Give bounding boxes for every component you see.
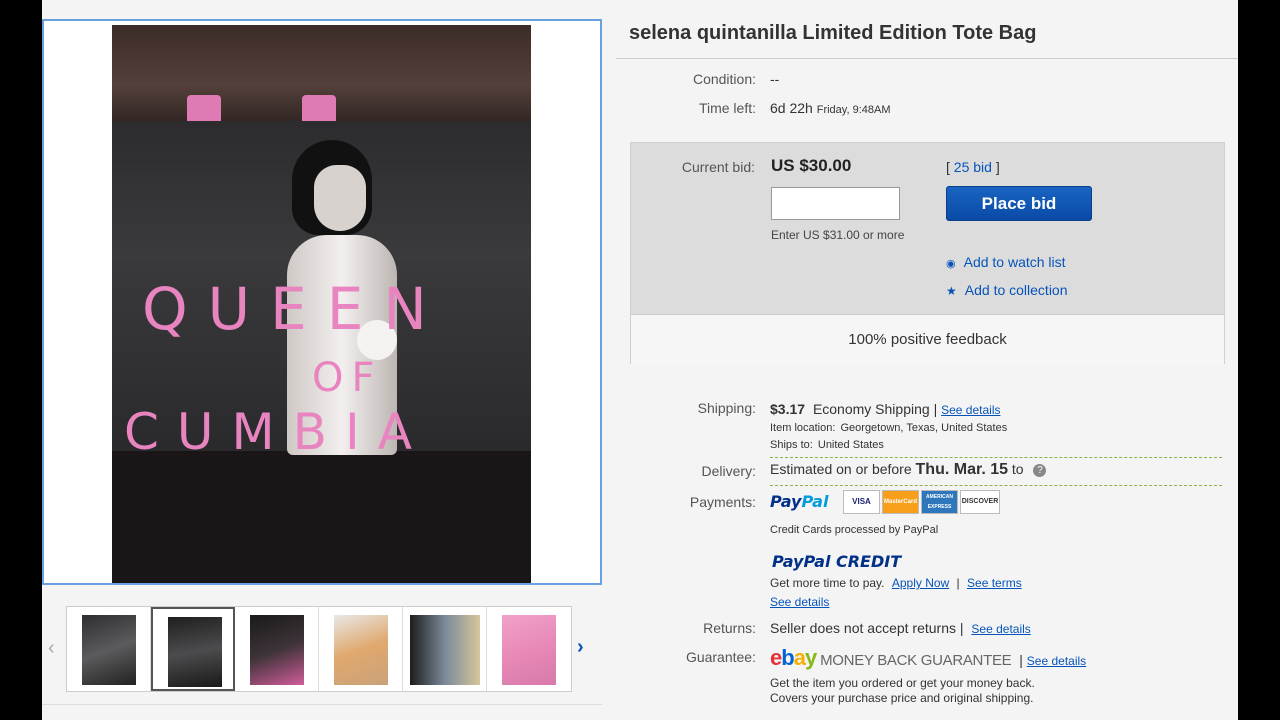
thumbnail[interactable] (487, 607, 571, 691)
paypal-credit-text: Get more time to pay. Apply Now | See te… (770, 576, 1022, 590)
delivery-date: Thu. Mar. 15 (915, 461, 1008, 478)
thumbnail-selected[interactable] (151, 607, 235, 691)
paypal-credit-logo: PayPal CREDIT (772, 552, 902, 571)
shipping-cost: $3.17 (770, 401, 806, 417)
returns-value: Seller does not accept returns | See det… (770, 620, 1031, 636)
time-left-label: Time left: (698, 100, 756, 116)
thumbnail-strip (66, 606, 572, 692)
current-bid-price: US $30.00 (771, 156, 852, 175)
item-location: Item location: Georgetown, Texas, United… (770, 422, 1008, 434)
condition-label: Condition: (692, 71, 756, 87)
money-back-guarantee: MONEY BACK GUARANTEE (820, 652, 1012, 669)
add-to-collection[interactable]: ★ Add to collection (946, 282, 1068, 298)
guarantee-see-details-link[interactable]: See details (1027, 654, 1086, 668)
main-image-frame[interactable]: QUEEN OF CUMBIA (42, 19, 602, 585)
star-icon: ★ (946, 284, 957, 298)
add-to-watch-list[interactable]: ◉ Add to watch list (946, 254, 1066, 270)
listing-page: QUEEN OF CUMBIA ‹ › selena quintanilla L… (42, 0, 1238, 720)
main-product-photo[interactable]: QUEEN OF CUMBIA (112, 25, 531, 583)
divider (42, 704, 602, 705)
returns-label: Returns: (703, 620, 756, 636)
divider (770, 485, 1222, 486)
payments-label: Payments: (689, 494, 756, 510)
guarantee-line-2: Covers your purchase price and original … (770, 691, 1034, 705)
shipping-method: Economy Shipping (812, 401, 930, 417)
payments-note: Credit Cards processed by PayPal (770, 524, 939, 536)
visa-card-icon: VISA (843, 490, 880, 514)
thumbnail[interactable] (319, 607, 403, 691)
eye-icon: ◉ (946, 258, 956, 270)
paypal-logo: PayPal (770, 492, 829, 511)
thumbnail[interactable] (235, 607, 319, 691)
place-bid-button[interactable]: Place bid (946, 186, 1092, 221)
bid-hint: Enter US $31.00 or more (771, 228, 905, 242)
current-bid-label: Current bid: (681, 159, 755, 175)
returns-see-details-link[interactable]: See details (971, 622, 1030, 636)
ebay-logo: ebay (770, 645, 817, 670)
seller-feedback: 100% positive feedback (631, 314, 1224, 364)
chevron-right-icon[interactable]: › (577, 636, 584, 659)
bid-amount-input[interactable] (771, 187, 900, 220)
see-terms-link[interactable]: See terms (967, 576, 1022, 590)
ships-to: Ships to: United States (770, 439, 884, 451)
thumbnail[interactable] (67, 607, 151, 691)
bag-print-cumbia: CUMBIA (124, 403, 430, 461)
time-left-end: Friday, 9:48AM (816, 104, 891, 116)
help-icon[interactable]: ? (1033, 463, 1047, 477)
time-left-value: 6d 22h Friday, 9:48AM (770, 100, 891, 116)
apply-now-link[interactable]: Apply Now (892, 576, 949, 590)
time-left-duration: 6d 22h (770, 100, 813, 116)
shipping-value: $3.17 Economy Shipping | See details (770, 401, 1001, 417)
chevron-left-icon[interactable]: ‹ (48, 637, 55, 660)
photo-bag-bottom (112, 451, 531, 583)
bid-panel: Current bid: US $30.00 [ 25 bid ] Place … (630, 142, 1225, 364)
bid-count: [ 25 bid ] (946, 159, 1000, 175)
item-title: selena quintanilla Limited Edition Tote … (629, 22, 1037, 44)
divider (770, 457, 1222, 458)
discover-card-icon: DISCOVER (960, 490, 1000, 514)
bag-print-queen: QUEEN (142, 275, 447, 343)
guarantee-line-1: Get the item you ordered or get your mon… (770, 676, 1035, 690)
amex-card-icon: AMERICAN EXPRESS (921, 490, 958, 514)
mastercard-icon: MasterCard (882, 490, 919, 514)
thumbnail[interactable] (403, 607, 487, 691)
shipping-label: Shipping: (697, 400, 756, 416)
condition-value: -- (770, 71, 780, 87)
shipping-see-details-link[interactable]: See details (941, 403, 1000, 417)
delivery-value: Estimated on or before Thu. Mar. 15 to ? (770, 461, 1047, 479)
guarantee-value: ebay MONEY BACK GUARANTEE | See details (770, 645, 1087, 670)
bag-print-of: OF (312, 355, 383, 401)
guarantee-label: Guarantee: (685, 649, 756, 665)
paypal-see-details-link[interactable]: See details (770, 595, 829, 609)
bid-count-link[interactable]: 25 bid (954, 159, 992, 175)
delivery-label: Delivery: (701, 463, 756, 479)
divider (616, 58, 1238, 59)
